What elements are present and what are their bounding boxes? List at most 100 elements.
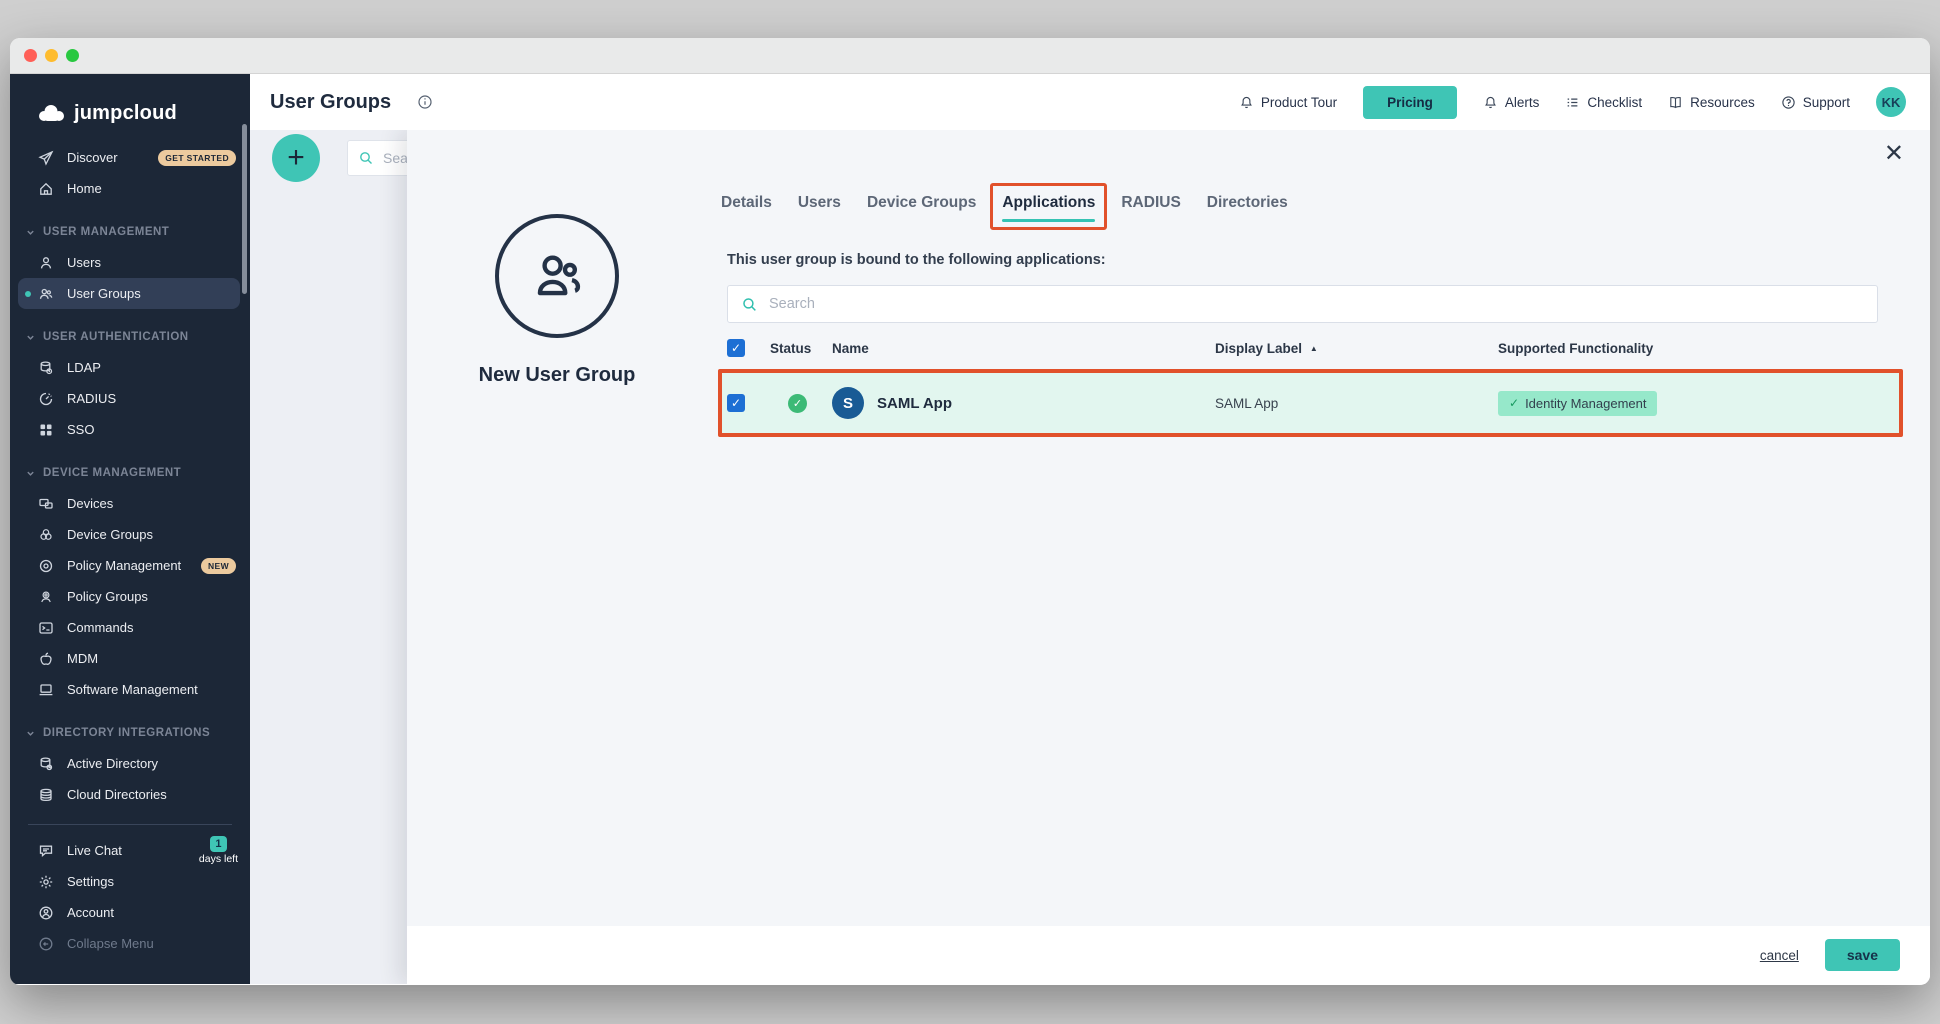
sidebar-section-user-management[interactable]: USER MANAGEMENT (10, 217, 250, 247)
close-icon[interactable]: ✕ (1884, 142, 1904, 166)
venn-circles-icon (38, 527, 54, 543)
grid-icon (38, 422, 54, 438)
group-name: New User Group (407, 364, 707, 387)
add-user-group-button[interactable]: + (272, 134, 320, 182)
row-checkbox[interactable]: ✓ (727, 394, 745, 412)
new-badge: NEW (201, 558, 236, 574)
checklist-button[interactable]: Checklist (1565, 95, 1642, 110)
sidebar-item-policy-management[interactable]: Policy Management NEW (10, 550, 250, 581)
user-group-avatar (495, 214, 619, 338)
column-display-label[interactable]: Display Label ▲ (1215, 341, 1498, 356)
sidebar-item-devices[interactable]: Devices (10, 488, 250, 519)
sidebar-item-discover[interactable]: Discover GET STARTED (10, 142, 250, 173)
stacked-discs-icon (38, 787, 54, 803)
tab-details[interactable]: Details (721, 194, 772, 216)
sidebar-item-live-chat[interactable]: Live Chat 1 days left (10, 835, 250, 866)
collapse-arrow-icon (38, 936, 54, 952)
status-active-icon: ✓ (788, 394, 807, 413)
sidebar-item-active-directory[interactable]: Active Directory (10, 748, 250, 779)
identity-management-badge: ✓ Identity Management (1498, 391, 1657, 416)
applications-search-field[interactable] (727, 285, 1878, 323)
chevron-down-icon (26, 729, 35, 738)
sidebar-item-commands[interactable]: Commands (10, 612, 250, 643)
get-started-badge: GET STARTED (158, 150, 236, 166)
active-indicator-dot (25, 291, 31, 297)
window-close-button[interactable] (24, 49, 37, 62)
column-name: Name (832, 341, 1215, 356)
sidebar-item-users[interactable]: Users (10, 247, 250, 278)
sidebar-item-cloud-directories[interactable]: Cloud Directories (10, 779, 250, 810)
cancel-button[interactable]: cancel (1760, 948, 1799, 963)
sidebar-item-user-groups[interactable]: User Groups (18, 278, 240, 309)
devices-icon (38, 496, 54, 512)
sidebar-section-directory-integrations[interactable]: DIRECTORY INTEGRATIONS (10, 718, 250, 748)
sidebar-scrollbar[interactable] (242, 124, 247, 294)
window-titlebar (10, 38, 1930, 74)
page-header: User Groups Product Tour Pricing (250, 74, 1930, 130)
applications-search-input[interactable] (769, 296, 1864, 312)
window-minimize-button[interactable] (45, 49, 58, 62)
tab-radius[interactable]: RADIUS (1121, 194, 1180, 216)
megaphone-icon (1239, 95, 1254, 110)
annotation-box-row: ✓ ✓ S SAML App SAML App ✓ I (718, 369, 1903, 437)
sidebar-item-account[interactable]: Account (10, 897, 250, 928)
bell-icon (1483, 95, 1498, 110)
select-all-checkbox[interactable]: ✓ (727, 339, 745, 357)
tab-applications[interactable]: Applications (1002, 194, 1095, 216)
user-icon (38, 255, 54, 271)
saml-app-icon: S (832, 387, 864, 419)
sidebar-item-sso[interactable]: SSO (10, 414, 250, 445)
tab-users[interactable]: Users (798, 194, 841, 216)
table-header-row: ✓ Status Name Display Label ▲ Supported … (727, 332, 1903, 364)
user-avatar[interactable]: KK (1876, 87, 1906, 117)
user-group-drawer: ✕ New User Group Details Users (407, 130, 1930, 984)
jumpcloud-logo[interactable]: jumpcloud (10, 92, 250, 134)
sidebar-item-radius[interactable]: RADIUS (10, 383, 250, 414)
pricing-button[interactable]: Pricing (1363, 86, 1457, 119)
sidebar-item-ldap[interactable]: LDAP (10, 352, 250, 383)
resources-button[interactable]: Resources (1668, 95, 1755, 110)
sidebar-item-software-management[interactable]: Software Management (10, 674, 250, 705)
support-button[interactable]: Support (1781, 95, 1850, 110)
sidebar-item-settings[interactable]: Settings (10, 866, 250, 897)
window-zoom-button[interactable] (66, 49, 79, 62)
account-icon (38, 905, 54, 921)
applications-table: ✓ Status Name Display Label ▲ Supported … (727, 332, 1903, 437)
alerts-button[interactable]: Alerts (1483, 95, 1540, 110)
search-icon (358, 150, 374, 166)
sidebar-item-mdm[interactable]: MDM (10, 643, 250, 674)
chevron-down-icon (26, 469, 35, 478)
terminal-icon (38, 620, 54, 636)
target-icon (38, 558, 54, 574)
logo-text: jumpcloud (74, 102, 177, 125)
sidebar: jumpcloud Discover GET STARTED Home U (10, 74, 250, 984)
sidebar-item-policy-groups[interactable]: Policy Groups (10, 581, 250, 612)
column-supported-functionality: Supported Functionality (1498, 341, 1903, 356)
tab-device-groups[interactable]: Device Groups (867, 194, 976, 216)
table-row[interactable]: ✓ ✓ S SAML App SAML App ✓ I (722, 373, 1899, 433)
laptop-icon (38, 682, 54, 698)
sort-asc-icon: ▲ (1310, 344, 1318, 353)
directory-database-icon (38, 756, 54, 772)
checklist-icon (1565, 95, 1580, 110)
app-name-cell: S SAML App (832, 387, 1215, 419)
sidebar-item-device-groups[interactable]: Device Groups (10, 519, 250, 550)
drawer-footer: cancel save (407, 926, 1930, 984)
product-tour-button[interactable]: Product Tour (1239, 95, 1337, 110)
policy-groups-icon (38, 589, 54, 605)
user-group-glyph-icon (526, 245, 588, 307)
trial-days-badge: 1 days left (199, 835, 238, 865)
group-summary: New User Group (407, 214, 707, 387)
bound-applications-text: This user group is bound to the followin… (727, 252, 1106, 268)
tab-directories[interactable]: Directories (1207, 194, 1288, 216)
app-name: SAML App (877, 395, 952, 412)
chevron-down-icon (26, 228, 35, 237)
sidebar-section-device-management[interactable]: DEVICE MANAGEMENT (10, 458, 250, 488)
sidebar-divider (28, 824, 232, 825)
sidebar-item-collapse-menu[interactable]: Collapse Menu (10, 928, 250, 959)
rocket-icon (38, 150, 54, 166)
info-icon[interactable] (417, 94, 433, 110)
sidebar-section-user-authentication[interactable]: USER AUTHENTICATION (10, 322, 250, 352)
save-button[interactable]: save (1825, 939, 1900, 971)
sidebar-item-home[interactable]: Home (10, 173, 250, 204)
